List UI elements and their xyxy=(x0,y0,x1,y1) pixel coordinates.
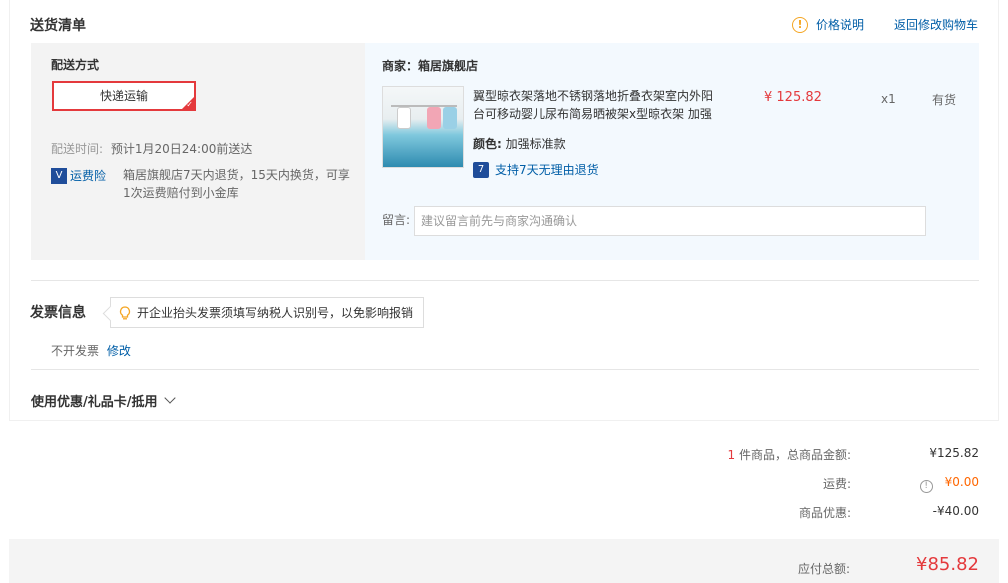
total-value: ¥85.82 xyxy=(916,554,979,575)
return-policy[interactable]: 7 支持7天无理由退货 xyxy=(473,161,599,178)
freight-value: ¥0.00 xyxy=(944,475,979,489)
coupon-label: 使用优惠/礼品卡/抵用 xyxy=(31,395,158,410)
message-label: 留言: xyxy=(382,213,411,227)
info-icon: ! xyxy=(791,16,808,33)
divider xyxy=(31,280,979,281)
summary-goods-row: 1 件商品，总商品金额: ¥125.82 xyxy=(0,446,1008,466)
summary-goods-label: 1 件商品，总商品金额: xyxy=(728,446,852,463)
freight-value-wrap: ! ¥0.00 xyxy=(919,475,979,493)
invoice-title: 发票信息 xyxy=(30,305,86,321)
product-title[interactable]: 翼型晾衣架落地不锈钢落地折叠衣架室内外阳台可移动婴儿尿布简易晒被架x型晾衣架 加… xyxy=(473,87,723,123)
summary-discount-row: 商品优惠: -¥40.00 xyxy=(0,504,1008,524)
product-price: ¥ 125.82 xyxy=(764,90,822,105)
message-input[interactable] xyxy=(414,206,926,236)
product-color-value: 加强标准款 xyxy=(505,137,566,151)
shield-icon: V xyxy=(51,167,67,184)
divider xyxy=(31,369,979,370)
return-icon: 7 xyxy=(473,161,489,178)
shipping-method-value: 快递运输 xyxy=(99,89,148,103)
product-quantity: x1 xyxy=(881,92,896,106)
shop-panel: 商家：箱居旗舰店 翼型晾衣架落地不锈钢落地折叠衣架室内外阳台可移动婴儿尿布简易晒… xyxy=(365,43,979,260)
invoice-status-value: 不开发票 xyxy=(51,344,100,358)
delivery-card: 送货清单 ! 价格说明 返回修改购物车 配送方式 快递运输 ✓ 配送时间: 预计… xyxy=(9,0,999,421)
chevron-down-icon xyxy=(163,392,176,404)
freight-label: 运费: xyxy=(822,477,851,491)
top-links: ! 价格说明 返回修改购物车 xyxy=(791,16,978,33)
delivery-time-label: 配送时间: xyxy=(51,142,104,156)
price-info-link[interactable]: 价格说明 xyxy=(816,16,864,33)
shipping-panel: 配送方式 快递运输 ✓ 配送时间: 预计1月20日24:00前送达 V 运费险 … xyxy=(31,43,365,260)
return-policy-label: 支持7天无理由退货 xyxy=(495,163,599,177)
lightbulb-icon xyxy=(119,305,131,320)
garment-shape xyxy=(443,107,457,129)
merchant-name: 商家：箱居旗舰店 xyxy=(382,59,479,73)
item-count: 1 xyxy=(727,448,736,462)
delivery-title: 送货清单 xyxy=(30,18,86,34)
check-icon: ✓ xyxy=(186,100,193,109)
discount-label: 商品优惠: xyxy=(798,506,851,520)
total-label: 应付总额: xyxy=(797,562,850,576)
shipping-method-option[interactable]: 快递运输 ✓ xyxy=(52,81,196,111)
product-image[interactable] xyxy=(382,86,464,168)
info-icon[interactable]: ! xyxy=(919,479,933,493)
invoice-tip: 开企业抬头发票须填写纳税人识别号，以免影响报销 xyxy=(110,297,425,328)
goods-label-text: 件商品，总商品金额: xyxy=(735,448,851,462)
invoice-modify-link[interactable]: 修改 xyxy=(107,344,131,358)
delivery-time: 配送时间: 预计1月20日24:00前送达 xyxy=(51,140,252,157)
product-color-label: 颜色: xyxy=(473,137,502,151)
freight-insurance-badge[interactable]: V 运费险 xyxy=(51,167,106,184)
freight-insurance-label: 运费险 xyxy=(70,169,107,183)
garment-shape xyxy=(427,107,441,129)
discount-value: -¥40.00 xyxy=(932,504,979,518)
product-stock: 有货 xyxy=(932,93,957,107)
freight-insurance-desc: 箱居旗舰店7天内退货，15天内换货，可享1次运费赔付到小金库 xyxy=(123,168,350,200)
goods-total-value: ¥125.82 xyxy=(929,446,979,460)
garment-shape xyxy=(397,107,411,129)
back-to-cart-link[interactable]: 返回修改购物车 xyxy=(894,16,978,33)
invoice-status: 不开发票 修改 xyxy=(51,342,131,359)
summary-freight-row: 运费: ! ¥0.00 xyxy=(0,475,1008,495)
shipping-method-label: 配送方式 xyxy=(51,58,100,72)
delivery-time-value: 预计1月20日24:00前送达 xyxy=(110,142,253,156)
total-bar: 应付总额: ¥85.82 xyxy=(9,539,999,583)
invoice-tip-text: 开企业抬头发票须填写纳税人识别号，以免影响报销 xyxy=(137,306,414,320)
product-color: 颜色: 加强标准款 xyxy=(473,135,566,152)
coupon-toggle[interactable]: 使用优惠/礼品卡/抵用 xyxy=(31,391,176,410)
